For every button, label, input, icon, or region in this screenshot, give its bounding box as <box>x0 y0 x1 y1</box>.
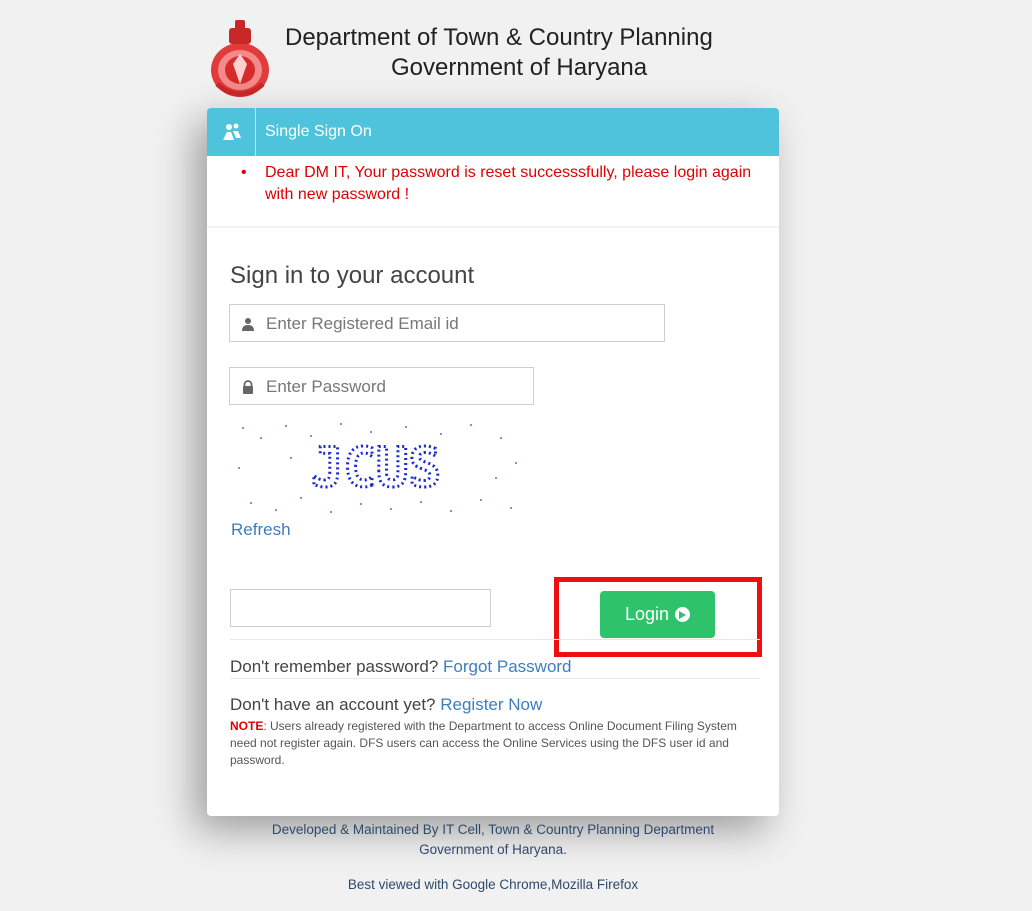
card-header: Single Sign On <box>207 108 779 156</box>
footer-credits: Developed & Maintained By IT Cell, Town … <box>207 820 779 860</box>
alert-bullet: • <box>241 164 247 181</box>
email-input[interactable] <box>264 310 662 338</box>
captcha-text: JCUS <box>311 436 441 499</box>
password-input[interactable] <box>264 373 531 401</box>
register-prompt: Don't have an account yet? <box>230 695 436 714</box>
refresh-captcha-link[interactable]: Refresh <box>231 520 291 540</box>
lock-icon <box>243 380 253 394</box>
register-now-link[interactable]: Register Now <box>440 695 542 714</box>
forgot-prompt: Don't remember password? <box>230 657 439 676</box>
site-header: Department of Town & Country Planning Go… <box>203 12 803 102</box>
title-line-1: Department of Town & Country Planning <box>285 24 713 51</box>
haryana-emblem-icon <box>211 20 269 97</box>
divider <box>230 678 760 679</box>
title-line-2: Government of Haryana <box>391 54 648 81</box>
captcha-field[interactable] <box>230 589 494 628</box>
signin-heading: Sign in to your account <box>230 262 475 289</box>
footer-line-1: Developed & Maintained By IT Cell, Town … <box>271 822 715 837</box>
alert-message: Dear DM IT, Your password is reset succe… <box>265 164 752 203</box>
footer-browser-note: Best viewed with Google Chrome,Mozilla F… <box>347 877 639 892</box>
note-label: NOTE <box>230 719 264 733</box>
login-card: Single Sign On • Dear DM IT, Your passwo… <box>207 108 779 816</box>
registration-note: NOTE: Users already registered with the … <box>230 718 760 769</box>
login-button[interactable]: Login <box>600 591 715 638</box>
alert-divider <box>207 226 779 228</box>
note-text: : Users already registered with the Depa… <box>230 719 737 767</box>
register-row: Don't have an account yet? Register Now <box>230 695 542 715</box>
password-field[interactable] <box>229 367 534 405</box>
arrow-circle-right-icon <box>675 607 691 622</box>
forgot-password-row: Don't remember password? Forgot Password <box>230 657 572 677</box>
department-title: Department of Town & Country Planning Go… <box>285 24 805 82</box>
card-title: Single Sign On <box>265 123 372 140</box>
captcha-image: JCUS <box>231 418 521 518</box>
users-icon <box>223 123 241 140</box>
success-alert: • Dear DM IT, Your password is reset suc… <box>241 162 761 206</box>
captcha-input[interactable] <box>231 590 494 628</box>
header-separator <box>255 108 256 156</box>
forgot-password-link[interactable]: Forgot Password <box>443 657 572 676</box>
login-label: Login <box>624 604 670 624</box>
divider <box>230 639 760 640</box>
email-field[interactable] <box>229 304 665 342</box>
footer-line-2: Government of Haryana. <box>419 842 567 857</box>
user-icon <box>242 318 254 331</box>
